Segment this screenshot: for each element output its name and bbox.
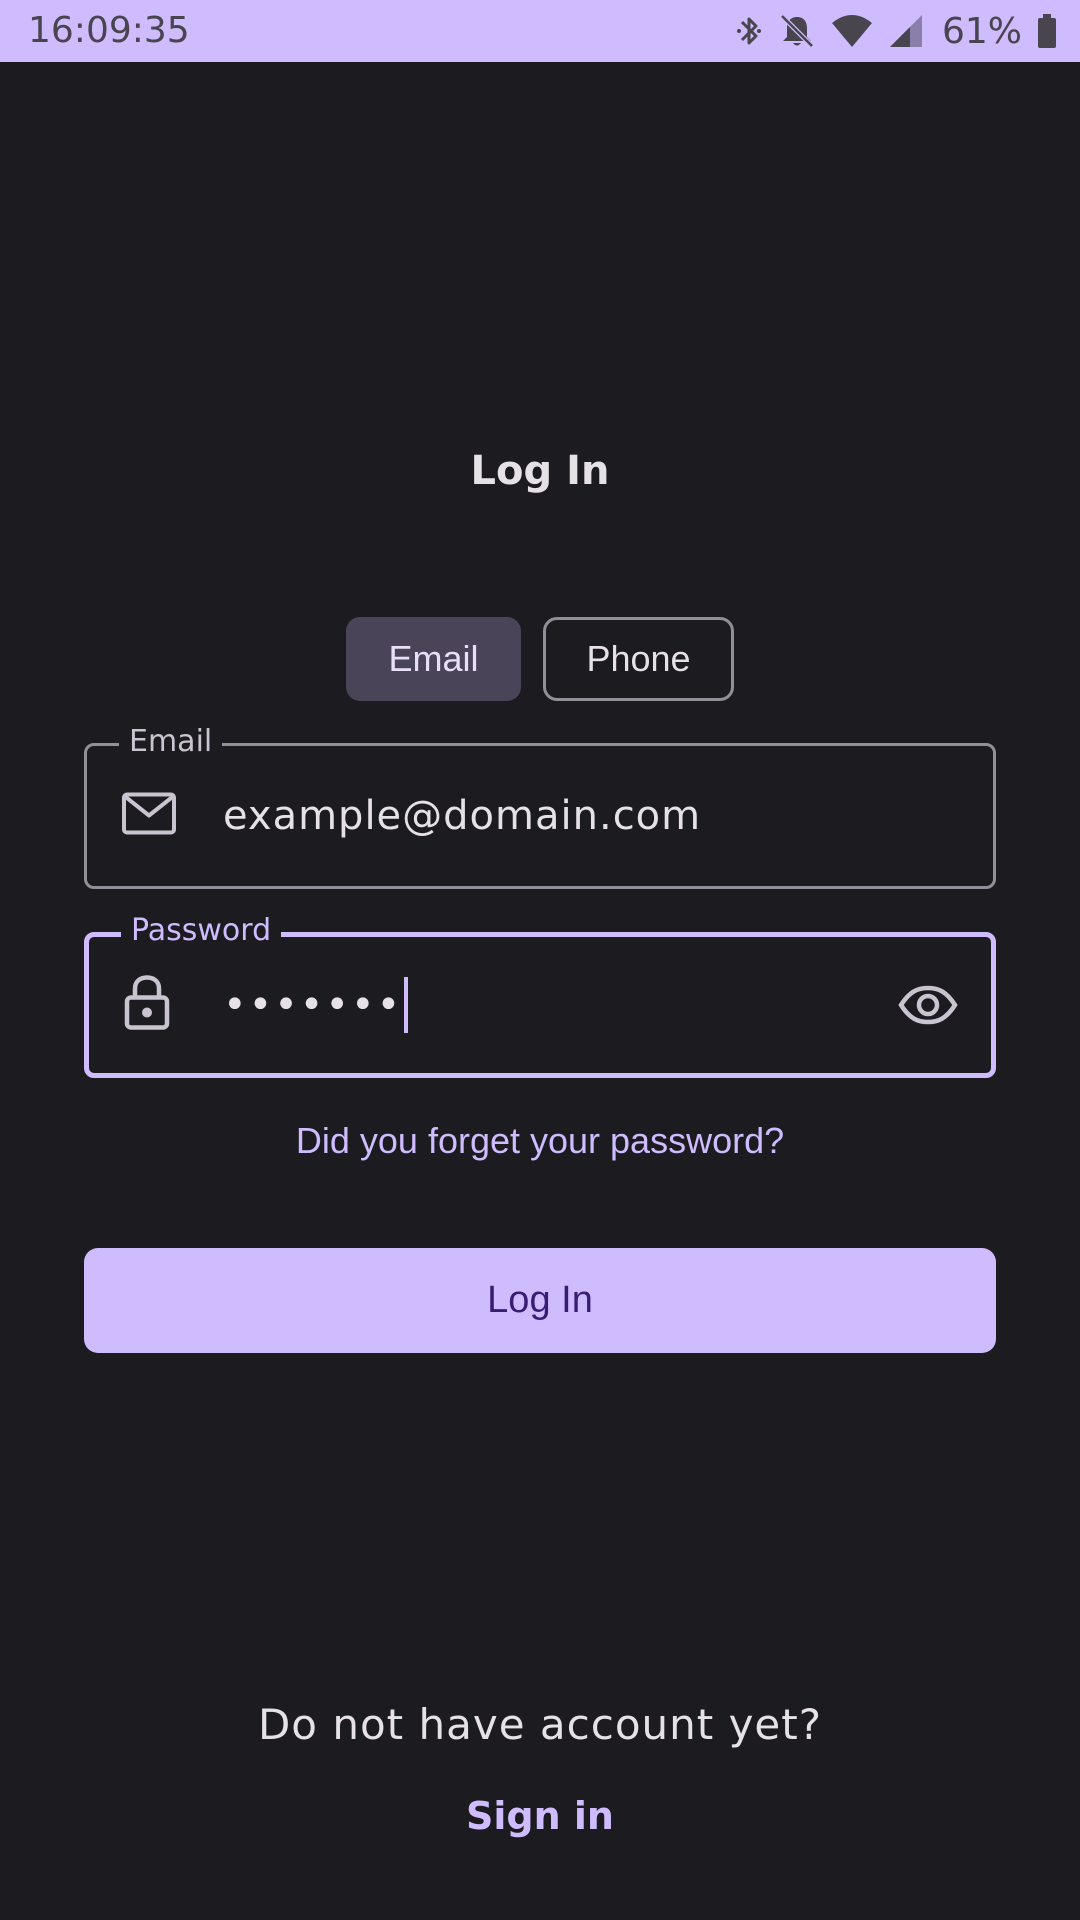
login-screen: 16:09:35 61% Log In Email Phone Email ex…	[0, 0, 1080, 1920]
battery-icon	[1036, 13, 1058, 49]
email-field-label: Email	[119, 724, 223, 760]
phone-toggle-button[interactable]: Phone	[543, 617, 734, 701]
login-button[interactable]: Log In	[84, 1248, 996, 1353]
email-toggle-button[interactable]: Email	[346, 617, 521, 701]
battery-percent: 61%	[941, 10, 1022, 52]
email-field[interactable]: Email example@domain.com	[84, 724, 996, 889]
sign-in-link[interactable]: Sign in	[0, 1794, 1080, 1838]
status-icons: 61%	[734, 0, 1058, 62]
password-field-label: Password	[121, 913, 282, 949]
forgot-password-link[interactable]: Did you forget your password?	[0, 1120, 1080, 1162]
text-cursor	[404, 977, 409, 1033]
status-time: 16:09:35	[28, 10, 190, 51]
notifications-off-icon	[778, 12, 816, 50]
eye-icon[interactable]	[893, 970, 963, 1040]
password-field[interactable]: Password •••••••	[84, 913, 996, 1078]
password-input-value: •••••••	[223, 982, 403, 1028]
cellular-signal-icon	[888, 13, 924, 49]
page-title: Log In	[470, 448, 610, 494]
email-input-value[interactable]: example@domain.com	[223, 793, 701, 839]
status-bar: 16:09:35 61%	[0, 0, 1080, 62]
wifi-icon	[830, 13, 874, 49]
mail-icon	[121, 792, 177, 841]
password-input[interactable]: •••••••	[223, 977, 409, 1033]
no-account-text: Do not have account yet?	[257, 1700, 823, 1749]
bluetooth-icon	[734, 13, 764, 49]
lock-icon	[123, 974, 171, 1037]
